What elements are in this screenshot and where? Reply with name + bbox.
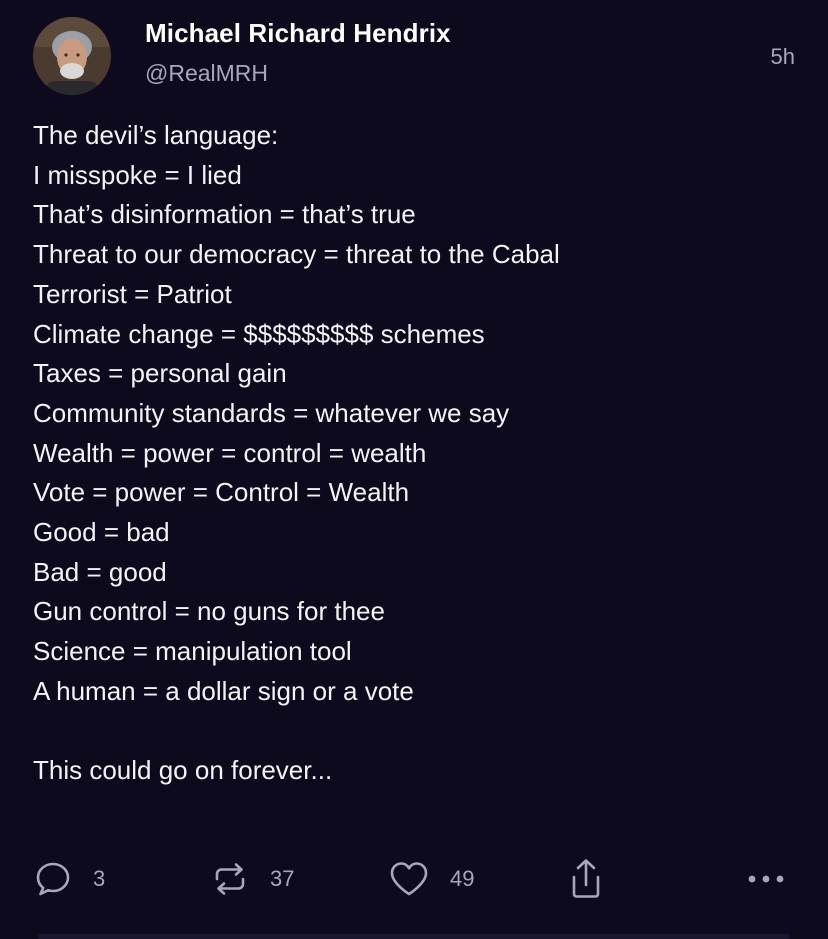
post-line: The devil’s language: [33,120,279,150]
post-body: The devil’s language: I misspoke = I lie… [33,116,803,791]
post-line: Community standards = whatever we say [33,397,510,428]
bottom-edge [38,934,790,939]
post-line: Threat to our democracy = threat to the … [33,239,560,270]
post-line: I misspoke = I lied [33,159,242,190]
share-button[interactable] [566,855,606,903]
avatar-photo [33,17,111,95]
post-line: Wealth = power = control = wealth [33,437,427,468]
post-line: Bad = good [33,556,167,587]
like-count: 49 [450,866,475,891]
post-line-blank [33,712,803,752]
like-button[interactable]: 49 [388,855,474,903]
repost-icon [215,863,245,895]
post-line: Vote = power = Control = Wealth [33,477,410,508]
post-line: This could go on forever... [33,755,333,786]
repost-button[interactable]: 37 [210,855,294,903]
post-line: A human = a dollar sign or a vote [33,675,414,706]
heart-icon [390,862,428,896]
more-button[interactable] [744,855,788,903]
avatar[interactable] [33,17,111,95]
author-display-name[interactable]: Michael Richard Hendrix [145,18,451,49]
reply-button[interactable]: 3 [33,855,105,903]
author-handle[interactable]: @RealMRH [145,60,268,87]
share-icon [572,859,600,898]
post-line: That’s disinformation = that’s true [33,199,416,230]
action-bar: 3 37 49 [0,855,828,903]
post-line: Good = bad [33,517,170,548]
reply-count: 3 [93,866,106,891]
post-line: Gun control = no guns for thee [33,596,385,627]
post-timestamp[interactable]: 5h [771,44,795,70]
post-line: Climate change = $$$$$$$$$ schemes [33,318,485,349]
repost-count: 37 [270,866,295,891]
post-line: Taxes = personal gain [33,358,287,389]
post-line: Terrorist = Patriot [33,278,232,309]
post-card: Michael Richard Hendrix @RealMRH 5h The … [0,0,828,939]
reply-icon [36,862,70,896]
post-line: Science = manipulation tool [33,636,352,667]
more-icon [748,875,784,883]
